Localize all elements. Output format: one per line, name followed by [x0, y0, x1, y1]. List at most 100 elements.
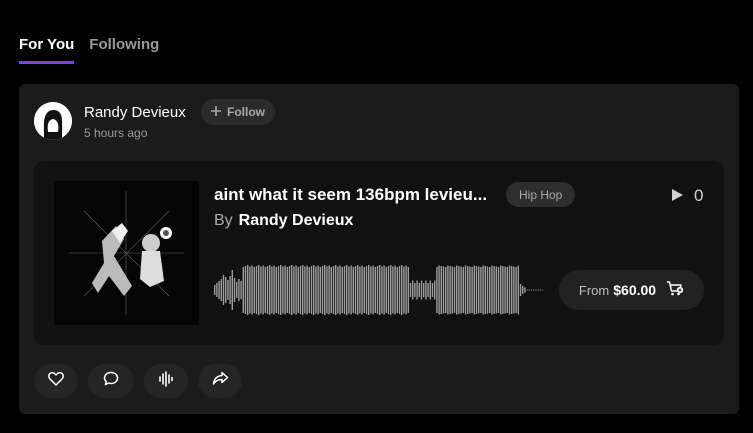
waveform-bar	[308, 267, 310, 313]
waveform-bar	[330, 267, 332, 313]
waveform-bar	[500, 265, 502, 315]
waveform-bar	[394, 265, 396, 315]
waveform-bar	[266, 266, 269, 314]
user-name[interactable]: Randy Devieux	[84, 104, 186, 121]
price-value: $60.00	[613, 282, 657, 298]
waveform-bar	[467, 266, 469, 314]
tab-following[interactable]: Following	[89, 36, 159, 64]
waveform-bar	[332, 266, 335, 314]
share-button[interactable]	[198, 364, 242, 398]
waveform-bar	[302, 265, 304, 315]
waveform-bar	[453, 267, 456, 313]
waveform-bar	[495, 266, 497, 314]
waveform-bar	[286, 267, 288, 313]
avatar[interactable]	[34, 102, 72, 140]
cart-add-icon	[666, 280, 684, 301]
waveform-bar	[242, 267, 244, 313]
waveform-bar	[291, 265, 293, 315]
waveform-bar	[484, 266, 486, 314]
follow-button[interactable]: Follow	[201, 99, 275, 125]
waveform-bar	[535, 289, 537, 291]
waveform-bar	[350, 265, 352, 315]
waveform-bar	[231, 270, 233, 310]
waveform-bar	[462, 267, 464, 313]
tab-for-you[interactable]: For You	[19, 36, 75, 64]
waveform-bar	[275, 267, 277, 313]
waveform-bar	[236, 282, 238, 298]
waveform-bar	[460, 266, 462, 314]
waveform-bar	[398, 266, 401, 314]
waveform-bar	[269, 265, 271, 315]
waveform-bar	[374, 267, 376, 313]
waveform-bar	[469, 266, 471, 314]
audio-button[interactable]	[144, 364, 188, 398]
waveform-bar	[218, 281, 220, 299]
waveform-bar	[253, 267, 255, 313]
track-byline: By Randy Devieux	[214, 212, 353, 230]
waveform-bar	[493, 266, 495, 314]
comment-button[interactable]	[88, 364, 134, 398]
waveform-bar	[244, 266, 247, 314]
waveform-bar	[247, 265, 249, 315]
track-title[interactable]: aint what it seem 136bpm levieu...	[214, 185, 487, 205]
play-count: 0	[694, 186, 704, 205]
waveform-bar	[464, 265, 467, 315]
waveform-bar	[317, 265, 319, 315]
play-icon[interactable]	[670, 188, 684, 207]
waveform-bar	[335, 265, 337, 315]
waveform-bar	[258, 265, 260, 315]
waveform-bar	[295, 265, 297, 315]
waveform-bar	[403, 266, 405, 314]
waveform[interactable]	[214, 265, 544, 315]
waveform-bar	[379, 265, 381, 315]
waveform-bar	[313, 265, 315, 315]
post-card: Randy Devieux 5 hours ago Follow aint wh…	[19, 84, 739, 414]
waveform-bar	[478, 266, 480, 314]
waveform-bar	[370, 266, 372, 314]
waveform-bar	[324, 265, 326, 315]
album-cover[interactable]	[54, 181, 199, 325]
waveform-bar	[264, 267, 266, 313]
waveform-bar	[385, 267, 387, 313]
waveform-bar	[280, 265, 282, 315]
feed-tabs: For You Following	[19, 36, 159, 64]
waveform-bar	[486, 266, 489, 314]
waveform-bar	[376, 266, 379, 314]
waveform-bar	[233, 278, 236, 302]
audio-icon	[158, 370, 174, 392]
waveform-bar	[475, 266, 478, 314]
waveform-bar	[405, 265, 407, 315]
waveform-bar	[407, 267, 409, 313]
waveform-bar	[414, 283, 416, 297]
waveform-bar	[541, 289, 544, 291]
waveform-bar	[346, 265, 348, 315]
waveform-bar	[431, 283, 434, 297]
waveform-bar	[273, 265, 275, 315]
waveform-bar	[442, 266, 445, 314]
waveform-bar	[310, 266, 313, 314]
waveform-bar	[249, 266, 251, 314]
waveform-bar	[321, 266, 324, 314]
waveform-bar	[260, 266, 262, 314]
like-button[interactable]	[34, 364, 78, 398]
waveform-bar	[458, 266, 460, 314]
waveform-bar	[506, 267, 508, 313]
waveform-bar	[473, 265, 475, 315]
waveform-bar	[420, 280, 423, 300]
waveform-bar	[227, 280, 229, 300]
waveform-bar	[383, 265, 385, 315]
post-timestamp: 5 hours ago	[84, 126, 148, 140]
waveform-bar	[315, 266, 317, 314]
buy-button[interactable]: From $60.00	[559, 270, 704, 310]
waveform-bar	[522, 286, 524, 294]
waveform-bar	[339, 265, 341, 315]
follow-label: Follow	[227, 105, 265, 119]
waveform-bar	[328, 265, 330, 315]
artist-name[interactable]: Randy Devieux	[239, 212, 354, 229]
genre-tag[interactable]: Hip Hop	[506, 182, 576, 207]
comment-icon	[103, 371, 119, 391]
waveform-bar	[304, 266, 306, 314]
waveform-bar	[416, 280, 418, 300]
waveform-bar	[504, 266, 506, 314]
waveform-bar	[293, 266, 295, 314]
